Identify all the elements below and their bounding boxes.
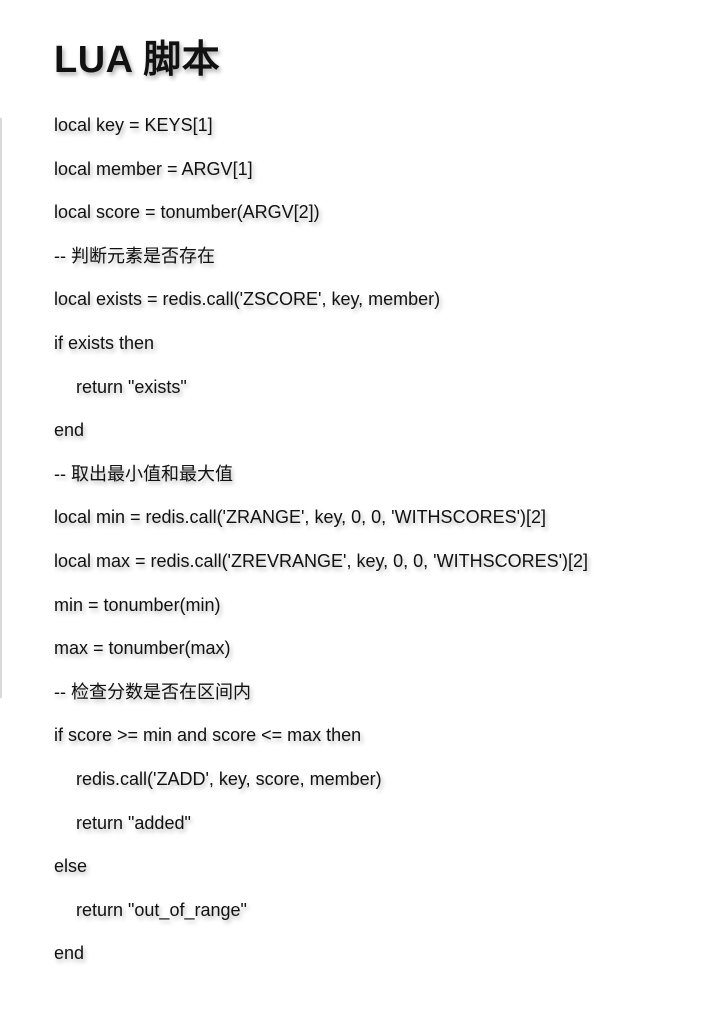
code-line: else <box>54 856 88 877</box>
code-comment: -- 取出最小值和最大值 <box>54 463 233 484</box>
code-line: if score >= min and score <= max then <box>54 725 362 746</box>
code-line: if exists then <box>54 332 155 353</box>
page-title: LUA 脚本 <box>54 39 221 81</box>
code-line: local key = KEYS[1] <box>54 115 213 135</box>
code-line: local member = ARGV[1] <box>54 158 253 179</box>
code-line: min = tonumber(min) <box>54 594 221 615</box>
left-edge-divider <box>0 118 2 698</box>
code-line: local exists = redis.call('ZSCORE', key,… <box>54 289 441 310</box>
code-line: local max = redis.call('ZREVRANGE', key,… <box>54 550 589 571</box>
code-line: return "exists" <box>76 376 187 397</box>
code-line: return "out_of_range" <box>76 899 247 920</box>
code-line: max = tonumber(max) <box>54 638 231 659</box>
code-line: local min = redis.call('ZRANGE', key, 0,… <box>54 507 547 528</box>
code-line: redis.call('ZADD', key, score, member) <box>76 768 382 789</box>
code-line: end <box>54 420 85 441</box>
code-comment: -- 判断元素是否存在 <box>54 245 215 266</box>
code-comment: -- 检查分数是否在区间内 <box>54 681 251 702</box>
code-block: local key = KEYS[1] local member = ARGV[… <box>54 104 704 976</box>
code-line: local score = tonumber(ARGV[2]) <box>54 202 320 223</box>
code-line: return "added" <box>76 812 191 833</box>
code-line: end <box>54 943 85 964</box>
